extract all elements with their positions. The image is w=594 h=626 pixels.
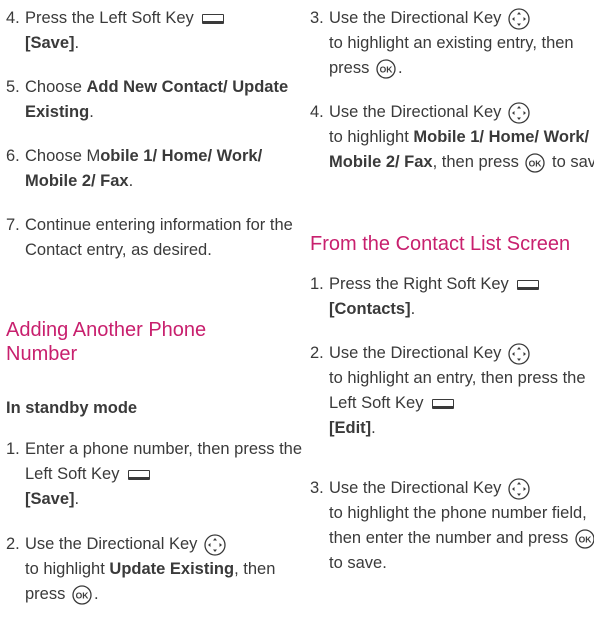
subheading-standby: In standby mode xyxy=(6,399,138,417)
punctuation: . xyxy=(89,103,94,121)
step-text: , then press xyxy=(432,153,519,171)
step-text: Use the Directional Key xyxy=(329,103,502,121)
punctuation: . xyxy=(74,490,80,508)
step-number: 7. xyxy=(6,216,20,234)
menu-option: Update Existing xyxy=(109,560,235,578)
ok-key-icon: OK xyxy=(72,584,92,605)
punctuation: . xyxy=(93,585,99,603)
step-r4: 4. Use the Directional Key to highlight … xyxy=(310,100,594,175)
step-number: 1. xyxy=(6,440,20,458)
soft-key-icon xyxy=(517,279,540,290)
step-text: Choose xyxy=(25,78,87,96)
directional-key-icon xyxy=(204,533,226,556)
punctuation: . xyxy=(74,34,80,52)
step-text: to highlight xyxy=(329,128,414,146)
step-number: 3. xyxy=(310,479,324,497)
step-number: 4. xyxy=(6,9,20,27)
punctuation: . xyxy=(371,419,376,437)
directional-key-icon xyxy=(508,101,530,124)
directional-key-icon xyxy=(508,342,530,365)
step-number: 3. xyxy=(310,9,324,27)
step-number: 1. xyxy=(310,275,324,293)
step-4: 4. Press the Left Soft Key [Save]. xyxy=(6,6,303,56)
step-b2: 2. Use the Directional Key to highlight … xyxy=(310,341,591,441)
punctuation: . xyxy=(128,172,134,190)
step-text: Choose M xyxy=(25,147,101,165)
punctuation: . xyxy=(397,59,403,77)
step-b3: 3. Use the Directional Key to highlight … xyxy=(310,476,594,576)
step-r3: 3. Use the Directional Key to highlight … xyxy=(310,6,594,81)
step-number: 2. xyxy=(6,535,20,553)
section-heading-adding-number: Adding Another Phone Number xyxy=(6,319,207,365)
step-6: 6. Choose Mobile 1/ Home/ Work/ Mobile 2… xyxy=(6,144,287,194)
step-number: 4. xyxy=(310,103,324,121)
step-5: 5. Choose Add New Contact/ Update Existi… xyxy=(6,75,303,125)
step-a2: 2. Use the Directional Key to highlight … xyxy=(6,532,303,607)
step-text: to highlight xyxy=(25,560,110,578)
step-text: Continue entering information for the Co… xyxy=(25,216,293,259)
ok-key-icon: OK xyxy=(575,528,594,549)
save-label: [Save] xyxy=(25,34,75,52)
step-number: 5. xyxy=(6,78,20,96)
step-text: Use the Directional Key xyxy=(329,9,502,27)
punctuation: . xyxy=(410,300,416,318)
step-a1: 1. Enter a phone number, then press the … xyxy=(6,437,303,512)
step-text: Enter a phone number, then press the Lef… xyxy=(25,440,303,483)
step-number: 2. xyxy=(310,344,324,362)
ok-key-icon: OK xyxy=(376,58,396,79)
step-text: Press the Right Soft Key xyxy=(329,275,509,293)
soft-key-icon xyxy=(128,469,151,480)
soft-key-icon xyxy=(432,398,455,409)
step-number: 6. xyxy=(6,147,20,165)
step-7: 7. Continue entering information for the… xyxy=(6,213,303,263)
step-text: to highlight an entry, then press the Le… xyxy=(329,369,586,412)
directional-key-icon xyxy=(508,7,530,30)
svg-text:OK: OK xyxy=(380,64,394,74)
save-label: [Save] xyxy=(25,490,75,508)
ok-key-icon: OK xyxy=(525,152,546,173)
step-text: Use the Directional Key xyxy=(329,344,502,362)
contacts-label: [Contacts] xyxy=(329,300,411,318)
step-text: to highlight an existing entry, then pre… xyxy=(329,34,574,77)
edit-label: [Edit] xyxy=(329,419,372,437)
step-text: to save. xyxy=(552,153,594,171)
svg-text:OK: OK xyxy=(76,590,90,600)
svg-text:OK: OK xyxy=(579,534,593,544)
step-b1: 1. Press the Right Soft Key [Contacts]. xyxy=(310,272,594,322)
step-text: Use the Directional Key xyxy=(25,535,198,553)
step-text: Press the Left Soft Key xyxy=(25,9,194,27)
svg-text:OK: OK xyxy=(529,158,543,168)
step-text: to highlight the phone number field, the… xyxy=(329,504,587,547)
section-heading-contact-list: From the Contact List Screen xyxy=(310,233,571,255)
directional-key-icon xyxy=(508,477,530,500)
step-text: to save. xyxy=(329,554,387,572)
step-text: Use the Directional Key xyxy=(329,479,502,497)
soft-key-icon xyxy=(202,13,225,24)
